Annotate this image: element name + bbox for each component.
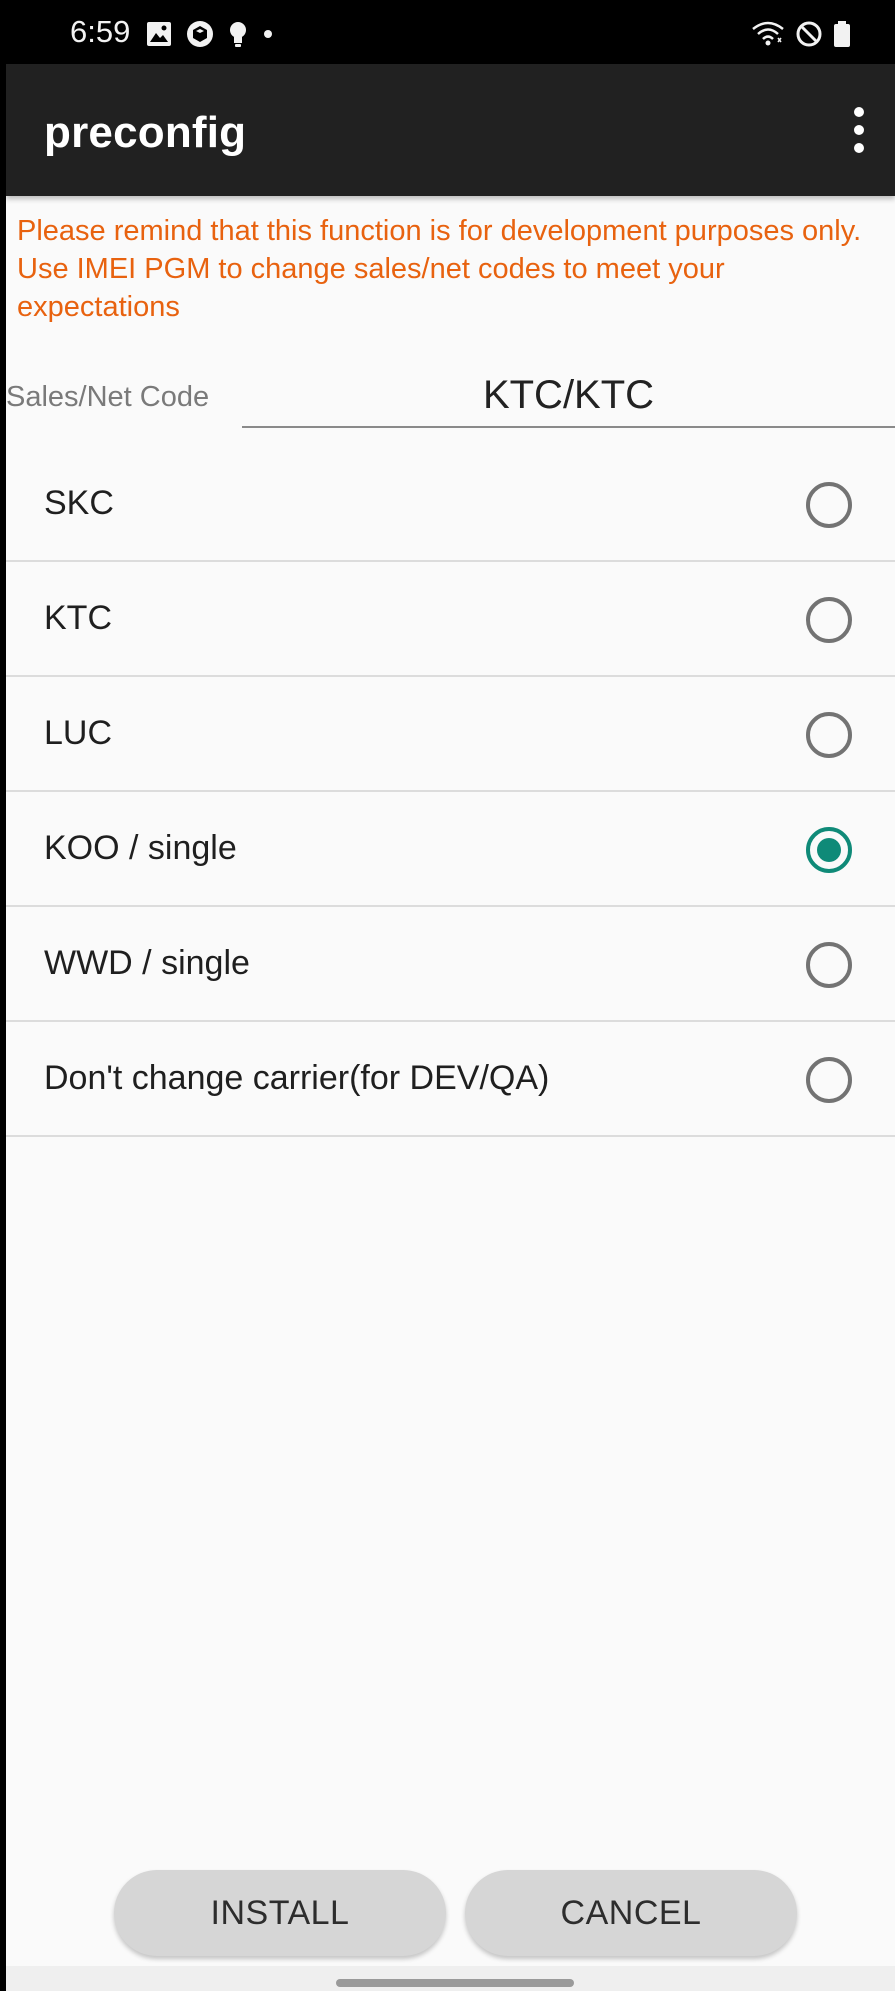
menu-dot [854, 143, 864, 153]
do-not-disturb-icon [796, 21, 822, 47]
option-row-ktc[interactable]: KTC [6, 562, 895, 677]
screen: 6:59 preconfig Please remind that this f… [6, 4, 895, 1991]
sales-net-code-label: Sales/Net Code [6, 381, 210, 413]
option-label: SKC [44, 484, 114, 522]
status-system-icons [751, 18, 851, 50]
option-label: KTC [44, 599, 112, 637]
option-row-wwd-single[interactable]: WWD / single [6, 907, 895, 1022]
option-radio[interactable] [806, 1057, 852, 1103]
app-bar: preconfig [6, 64, 895, 196]
option-row-koo-single[interactable]: KOO / single [6, 792, 895, 907]
menu-dot [854, 107, 864, 117]
menu-dot [854, 125, 864, 135]
carrier-option-list: SKC KTC LUC KOO / single WWD / single Do… [6, 447, 895, 1137]
warning-message: Please remind that this function is for … [17, 215, 862, 323]
status-notification-icons [146, 18, 274, 50]
wifi-icon [752, 21, 784, 46]
bulb-icon [230, 22, 246, 47]
home-gesture-handle[interactable] [336, 1979, 574, 1987]
option-radio[interactable] [806, 712, 852, 758]
option-row-luc[interactable]: LUC [6, 677, 895, 792]
option-radio[interactable] [806, 827, 852, 873]
box-icon [187, 21, 213, 47]
option-row-dont-change-carrier[interactable]: Don't change carrier(for DEV/QA) [6, 1022, 895, 1137]
option-radio[interactable] [806, 597, 852, 643]
navigation-bar [6, 1966, 895, 1991]
sales-net-code-input[interactable] [242, 364, 895, 428]
option-label: WWD / single [44, 944, 250, 982]
status-bar: 6:59 [6, 4, 895, 64]
option-radio[interactable] [806, 942, 852, 988]
option-row-skc[interactable]: SKC [6, 447, 895, 562]
battery-icon [834, 21, 850, 47]
more-vertical-icon[interactable] [837, 102, 881, 158]
option-label: Don't change carrier(for DEV/QA) [44, 1059, 550, 1097]
cancel-button[interactable]: CANCEL [465, 1870, 797, 1956]
dot-icon [264, 30, 272, 38]
option-radio[interactable] [806, 482, 852, 528]
app-title: preconfig [44, 108, 247, 157]
status-time: 6:59 [70, 14, 131, 49]
option-label: LUC [44, 714, 113, 752]
image-icon [147, 22, 171, 46]
option-label: KOO / single [44, 829, 237, 867]
install-button[interactable]: INSTALL [114, 1870, 446, 1956]
